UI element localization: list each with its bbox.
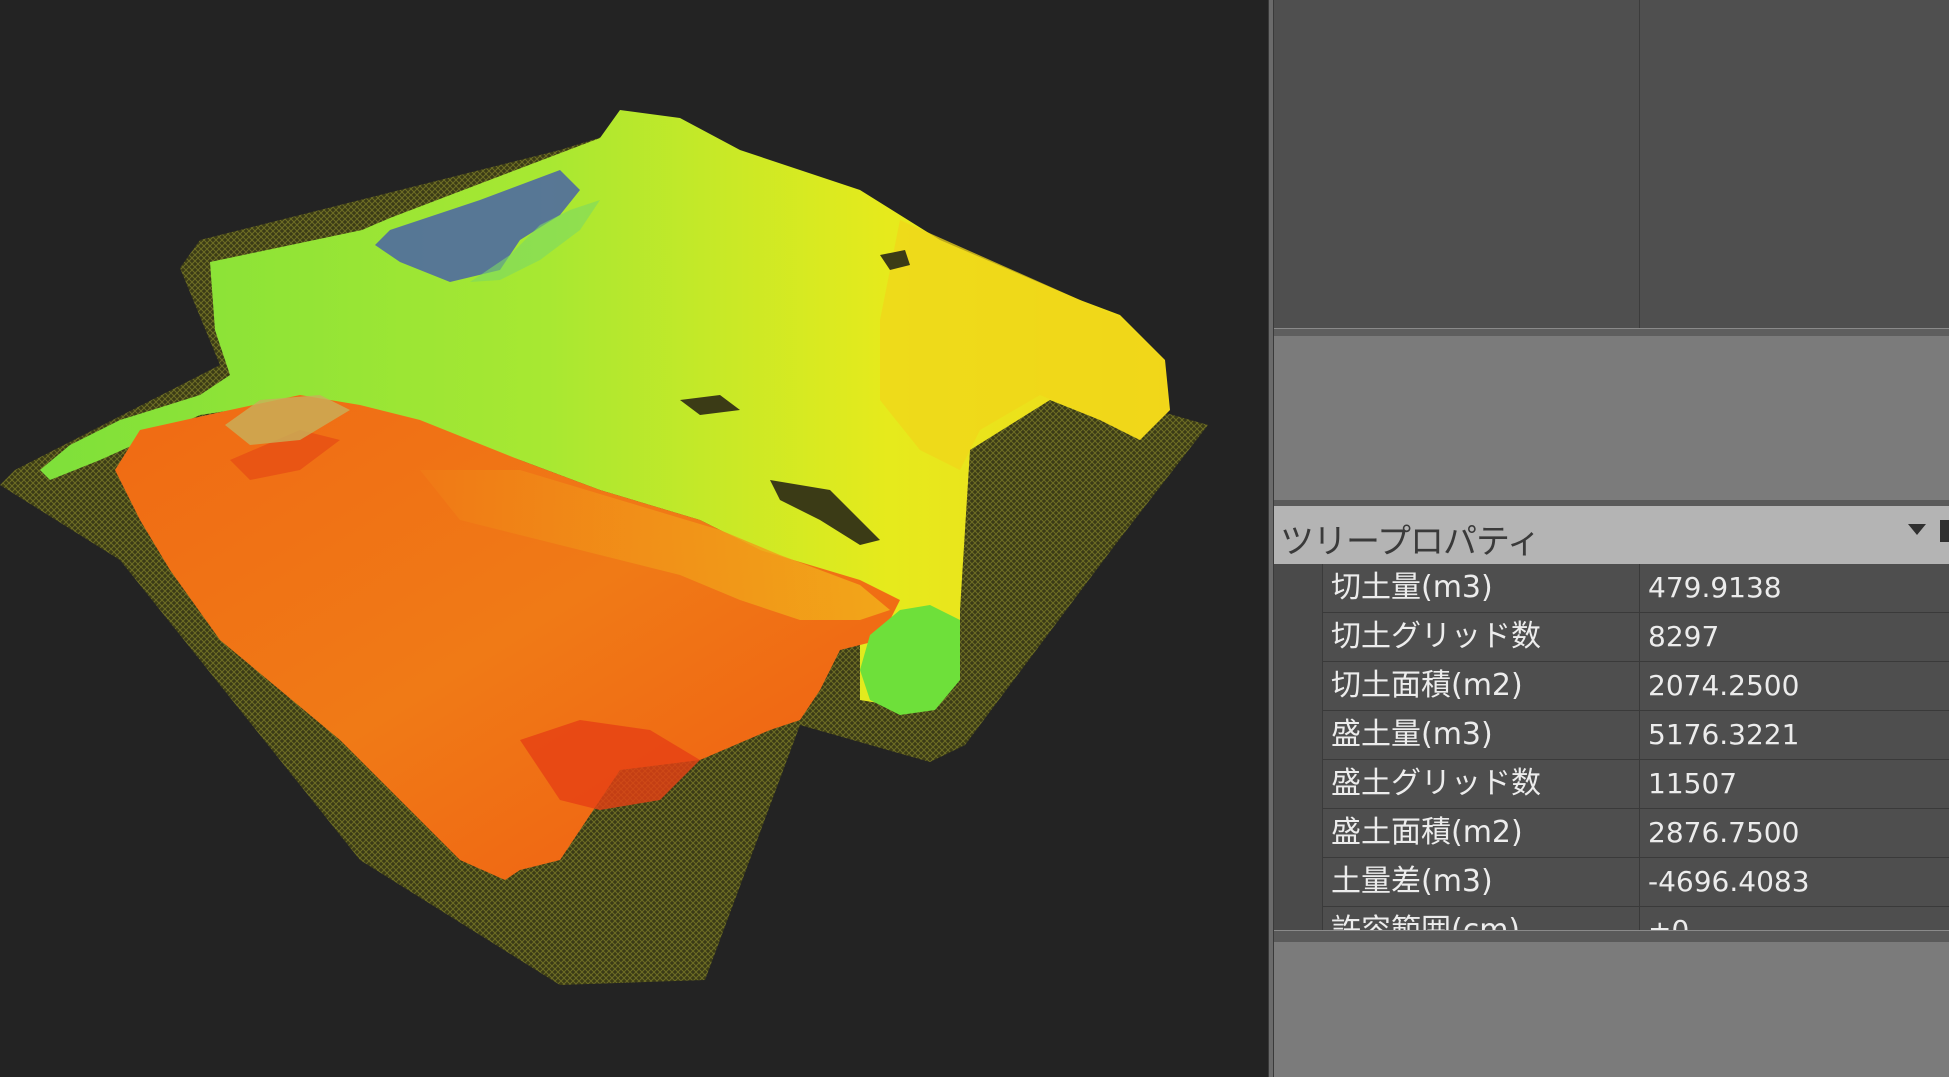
panel-divider[interactable] <box>1274 328 1949 336</box>
empty-panel-area <box>1274 942 1949 1077</box>
property-value[interactable]: 2074.2500 <box>1639 662 1949 710</box>
application-window: ツリープロパティ 切土量(m3) 479.9138 切土グリッド数 8297 切… <box>0 0 1949 1077</box>
3d-viewport[interactable] <box>0 0 1268 1077</box>
property-row[interactable]: 許容範囲(cm) ±0 <box>1274 907 1949 930</box>
tree-property-title: ツリープロパティ <box>1280 522 1541 562</box>
top-grid-panel <box>1274 0 1949 328</box>
property-name: 切土グリッド数 <box>1322 613 1639 661</box>
row-gutter <box>1274 858 1322 907</box>
row-gutter <box>1274 662 1322 711</box>
point-cloud-render[interactable] <box>0 0 1268 1077</box>
property-row[interactable]: 盛土量(m3) 5176.3221 <box>1274 711 1949 760</box>
row-gutter <box>1274 809 1322 858</box>
property-row[interactable]: 土量差(m3) -4696.4083 <box>1274 858 1949 907</box>
right-panel: ツリープロパティ 切土量(m3) 479.9138 切土グリッド数 8297 切… <box>1274 0 1949 1077</box>
property-name: 切土面積(m2) <box>1322 662 1639 710</box>
panel-divider[interactable] <box>1274 930 1949 942</box>
property-name: 盛土グリッド数 <box>1322 760 1639 808</box>
row-gutter <box>1274 613 1322 662</box>
empty-panel-area <box>1274 336 1949 500</box>
row-gutter <box>1274 564 1322 613</box>
tree-property-header: ツリープロパティ <box>1274 506 1949 564</box>
property-value[interactable]: -4696.4083 <box>1639 858 1949 906</box>
grid-column-divider <box>1639 0 1640 328</box>
property-name: 盛土量(m3) <box>1322 711 1639 759</box>
row-gutter <box>1274 711 1322 760</box>
pin-icon[interactable] <box>1940 520 1949 542</box>
property-grid: 切土量(m3) 479.9138 切土グリッド数 8297 切土面積(m2) 2… <box>1274 564 1949 930</box>
property-name: 土量差(m3) <box>1322 858 1639 906</box>
property-value[interactable]: ±0 <box>1639 907 1949 930</box>
row-gutter <box>1274 907 1322 930</box>
property-value[interactable]: 479.9138 <box>1639 564 1949 612</box>
property-value[interactable]: 11507 <box>1639 760 1949 808</box>
chevron-down-icon[interactable] <box>1908 524 1926 535</box>
property-value[interactable]: 5176.3221 <box>1639 711 1949 759</box>
property-value[interactable]: 8297 <box>1639 613 1949 661</box>
property-value[interactable]: 2876.7500 <box>1639 809 1949 857</box>
property-row[interactable]: 切土グリッド数 8297 <box>1274 613 1949 662</box>
property-name: 切土量(m3) <box>1322 564 1639 612</box>
property-name: 許容範囲(cm) <box>1322 907 1639 930</box>
property-row[interactable]: 切土面積(m2) 2074.2500 <box>1274 662 1949 711</box>
property-row[interactable]: 切土量(m3) 479.9138 <box>1274 564 1949 613</box>
row-gutter <box>1274 760 1322 809</box>
property-row[interactable]: 盛土面積(m2) 2876.7500 <box>1274 809 1949 858</box>
property-row[interactable]: 盛土グリッド数 11507 <box>1274 760 1949 809</box>
property-name: 盛土面積(m2) <box>1322 809 1639 857</box>
